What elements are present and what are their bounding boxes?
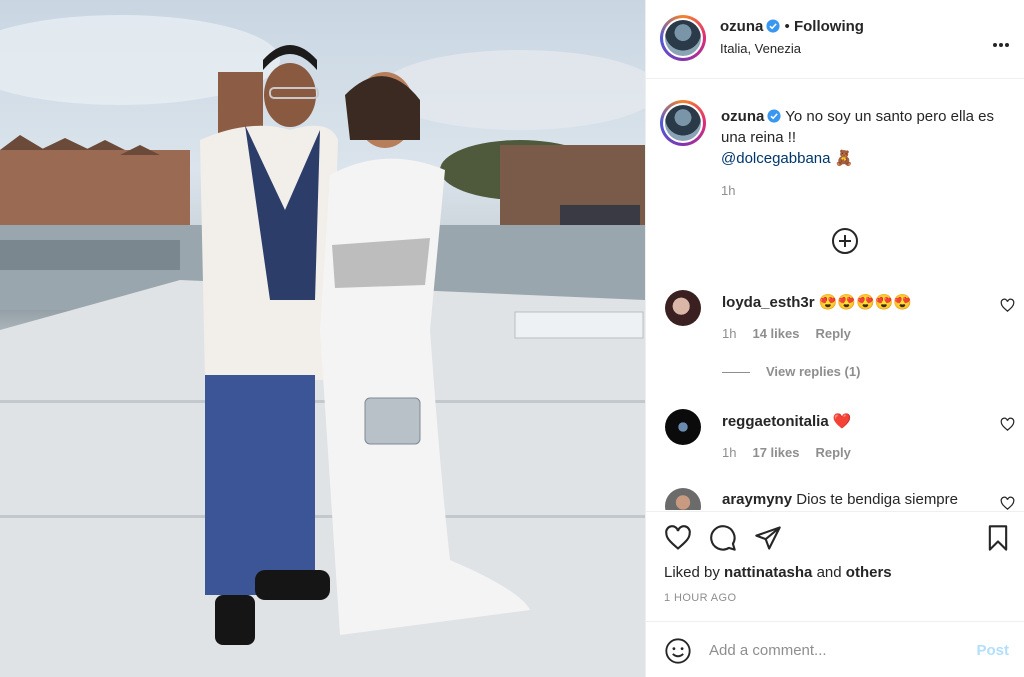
liked-by-text: Liked by nattinatasha and others — [664, 564, 892, 581]
reply-button[interactable]: Reply — [815, 445, 850, 460]
comment-body: ❤️ — [832, 413, 852, 430]
comment-body: 😍😍😍😍😍 — [818, 294, 913, 311]
comment-text: loyda_esth3r 😍😍😍😍😍 — [722, 293, 912, 311]
post-location[interactable]: Italia, Venezia — [720, 41, 801, 56]
commenter-avatar[interactable] — [665, 409, 701, 445]
post-comment-button[interactable]: Post — [976, 642, 1009, 659]
post-header: ozuna • Following Italia, Venezia — [646, 0, 1024, 79]
author-avatar[interactable] — [660, 15, 706, 61]
comment-username[interactable]: loyda_esth3r — [722, 294, 815, 311]
more-horizontal-icon[interactable] — [991, 34, 1009, 52]
caption-username[interactable]: ozuna — [721, 108, 764, 125]
liked-by-prefix: Liked by — [664, 564, 720, 581]
separator-dot: • — [784, 18, 790, 35]
comment-bubble-icon[interactable] — [709, 524, 737, 552]
author-username[interactable]: ozuna — [720, 18, 763, 35]
caption-avatar[interactable] — [660, 100, 706, 146]
post-timestamp[interactable]: 1 HOUR AGO — [664, 592, 736, 604]
heart-icon[interactable] — [1000, 496, 1015, 510]
comment-time: 1h — [722, 445, 737, 460]
verified-badge-icon — [767, 109, 781, 123]
commenter-avatar[interactable] — [665, 488, 701, 510]
heart-icon[interactable] — [1000, 298, 1015, 313]
comment-likes[interactable]: 17 likes — [752, 445, 799, 460]
bookmark-save-icon[interactable] — [984, 524, 1012, 552]
post-photo — [0, 0, 645, 677]
following-button[interactable]: Following — [794, 18, 864, 35]
caption-time: 1h — [721, 183, 736, 198]
comment-time: 1h — [722, 326, 737, 341]
verified-badge-icon — [766, 19, 780, 33]
comment-likes[interactable]: 14 likes — [752, 326, 799, 341]
action-bar: Liked by nattinatasha and others 1 HOUR … — [646, 511, 1024, 631]
commenter-avatar[interactable] — [665, 290, 701, 326]
comment-meta: 1h 14 likes Reply — [722, 326, 851, 341]
comment-username[interactable]: reggaetonitalia — [722, 413, 829, 430]
view-replies-button[interactable]: View replies (1) — [722, 364, 860, 379]
author-line: ozuna • Following — [720, 18, 864, 35]
liked-by-user[interactable]: nattinatasha — [724, 564, 812, 581]
photo-illustration — [0, 15, 645, 677]
comment-body: Dios te bendiga siempre — [796, 491, 958, 508]
liked-by-and: and — [816, 564, 842, 581]
comment-meta: 1h 17 likes Reply — [722, 445, 851, 460]
caption-text: ozuna Yo no soy un santo pero ella es un… — [721, 106, 1011, 169]
add-comment-input[interactable] — [709, 636, 959, 664]
comment-username[interactable]: araymyny — [722, 491, 792, 508]
comment-text: reggaetonitalia ❤️ — [722, 412, 852, 430]
comments-section: ozuna Yo no soy un santo pero ella es un… — [646, 80, 1024, 510]
reply-button[interactable]: Reply — [815, 326, 850, 341]
comment-text: araymyny Dios te bendiga siempre — [722, 491, 958, 508]
share-send-icon[interactable] — [754, 524, 782, 552]
post-sidebar: ozuna • Following Italia, Venezia ozuna … — [645, 0, 1024, 677]
emoji-smile-icon[interactable] — [664, 637, 692, 665]
caption-emoji: 🧸 — [834, 150, 854, 167]
load-more-comments-icon[interactable] — [832, 228, 858, 254]
heart-icon[interactable] — [1000, 417, 1015, 432]
caption-mention[interactable]: @dolcegabbana — [721, 150, 830, 167]
liked-by-others[interactable]: others — [846, 564, 892, 581]
add-comment-bar: Post — [646, 621, 1024, 677]
like-heart-icon[interactable] — [664, 524, 692, 552]
